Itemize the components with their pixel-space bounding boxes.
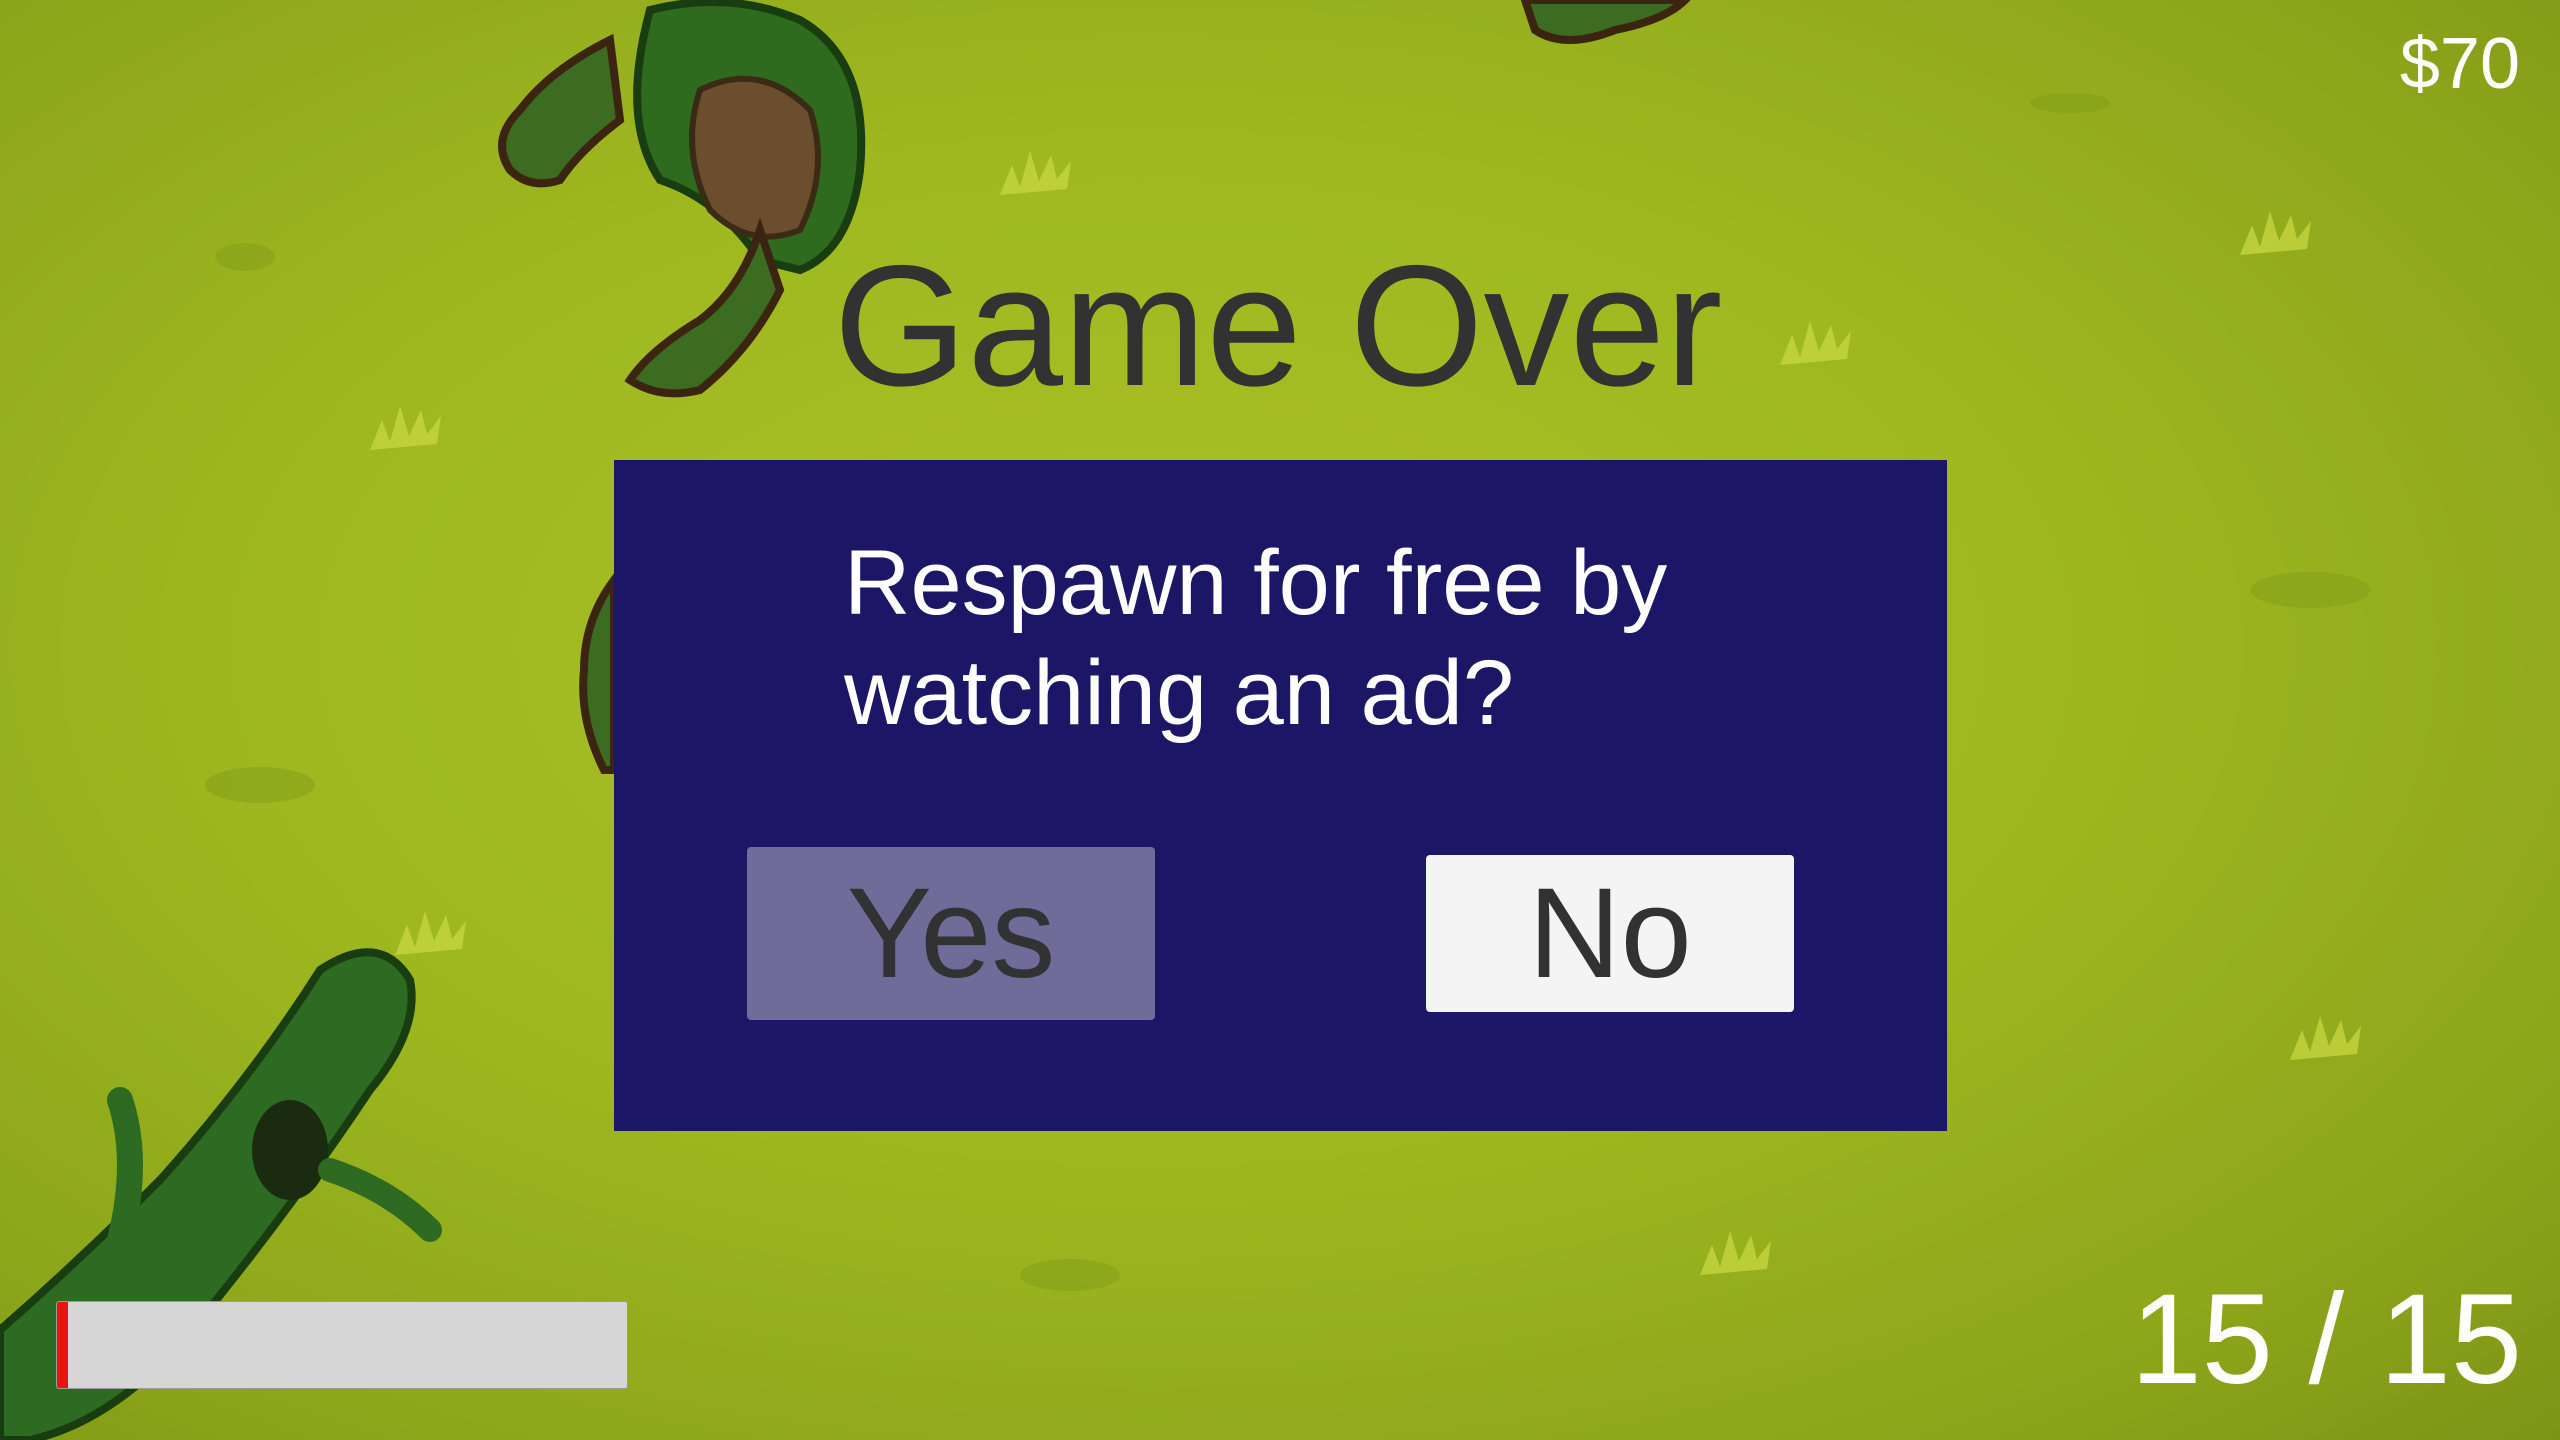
game-over-title: Game Over <box>0 236 2560 416</box>
money-counter: $70 <box>2399 24 2520 104</box>
zombie-sprite-right <box>1520 0 1691 44</box>
zombie-sprite-left <box>579 567 618 774</box>
ammo-counter: 15 / 15 <box>2130 1268 2522 1411</box>
health-bar-fill <box>57 1302 69 1388</box>
respawn-prompt: Respawn for free by watching an ad? <box>844 532 1668 744</box>
yes-button-label: Yes <box>846 862 1056 1005</box>
no-button-label: No <box>1528 862 1692 1005</box>
game-over-title-text: Game Over <box>833 230 1723 422</box>
yes-button[interactable]: Yes <box>747 847 1155 1020</box>
health-bar <box>56 1301 628 1389</box>
respawn-dialog: Respawn for free by watching an ad? Yes … <box>614 460 1947 1131</box>
no-button[interactable]: No <box>1426 855 1794 1012</box>
